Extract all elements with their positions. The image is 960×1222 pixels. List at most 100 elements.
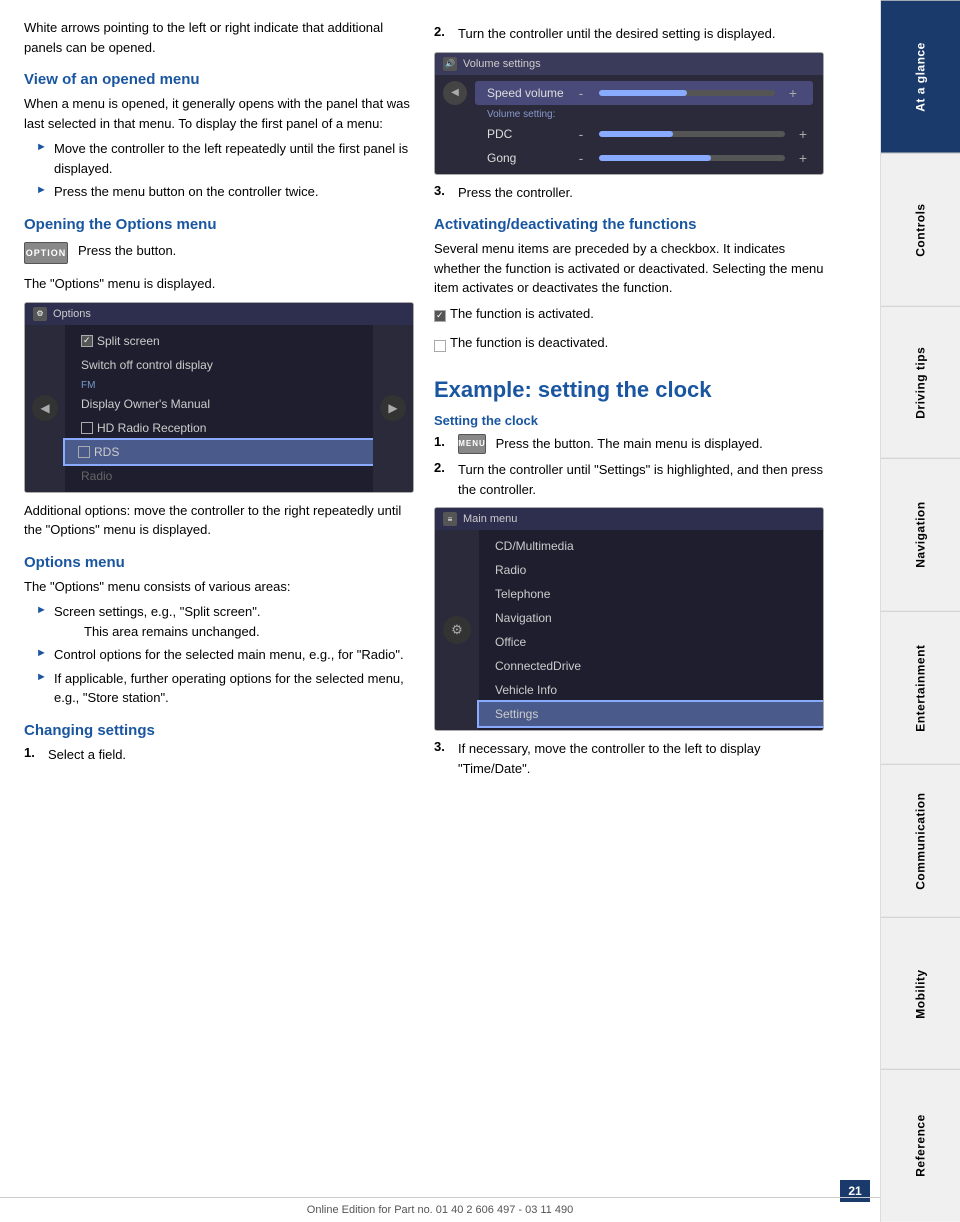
options-display-text: The "Options" menu is displayed. [24, 274, 414, 294]
right-step3-text: Press the controller. [458, 183, 573, 203]
clock-step2: 2. Turn the controller until "Settings" … [434, 460, 824, 499]
sidebar-tab-driving-tips[interactable]: Driving tips [881, 306, 960, 459]
vol-screen-title: Volume settings [463, 58, 541, 70]
sidebar-tab-reference[interactable]: Reference [881, 1069, 960, 1222]
main-menu-left-area: ⚙ [435, 530, 479, 730]
options-item-rds: RDS [65, 440, 373, 464]
option-button-image: OPTION [24, 242, 68, 264]
step-text-1: Select a field. [48, 745, 126, 765]
vol-row-speed: Speed volume - + [475, 81, 813, 105]
menu-item-vehicle-info: Vehicle Info [479, 678, 823, 702]
activating-body: Several menu items are preceded by a che… [434, 239, 824, 298]
gear-icon: ⚙ [443, 616, 471, 644]
right-step2: 2. Turn the controller until the desired… [434, 24, 824, 44]
options-bullet-arrow-3: ► [36, 671, 48, 683]
options-bullet-text-1: Screen settings, e.g., "Split screen". [54, 604, 261, 619]
vol-row-pdc: PDC - + [475, 122, 823, 146]
options-right-nav: ▶ [380, 395, 406, 421]
vol-minus-speed: - [573, 85, 589, 101]
sidebar-tab-mobility[interactable]: Mobility [881, 917, 960, 1070]
checkbox-hd-radio [81, 422, 93, 434]
right-step3-num: 3. [434, 183, 454, 198]
section2-heading: Opening the Options menu [24, 216, 414, 233]
step-num-1: 1. [24, 745, 44, 760]
sidebar-tab-navigation[interactable]: Navigation [881, 458, 960, 611]
activated-row: The function is activated. [434, 304, 824, 330]
menu-item-navigation: Navigation [479, 606, 823, 630]
vol-plus-speed: + [785, 85, 801, 101]
section1-body: When a menu is opened, it generally open… [24, 94, 414, 133]
vol-title-bar: 🔊 Volume settings [435, 53, 823, 75]
option-button-area: OPTION Press the button. [24, 241, 414, 267]
main-menu-title-bar: ≡ Main menu [435, 508, 823, 530]
clock-step3: 3. If necessary, move the controller to … [434, 739, 824, 778]
vol-title-icon: 🔊 [443, 57, 457, 71]
main-menu-screen-title: Main menu [463, 513, 517, 525]
options-item-display-manual: Display Owner's Manual [65, 392, 373, 416]
deactivated-text: The function is deactivated. [450, 333, 608, 353]
vol-label-speed: Speed volume [487, 86, 567, 100]
options-bullet-1: ► Screen settings, e.g., "Split screen".… [36, 602, 414, 641]
main-menu-body: ⚙ CD/Multimedia Radio Telephone Navigati… [435, 530, 823, 730]
section3-body: The "Options" menu consists of various a… [24, 577, 414, 597]
deactivated-row: The function is deactivated. [434, 333, 824, 359]
check-icon-split [81, 335, 93, 347]
intro-text: White arrows pointing to the left or rig… [24, 18, 414, 57]
clock-step1-num: 1. [434, 434, 454, 449]
page-footer: Online Edition for Part no. 01 40 2 606 … [0, 1197, 880, 1222]
options-screen-mockup: ⚙ Options ◀ Split screen Switch off cont… [24, 302, 414, 493]
vol-label-gong: Gong [487, 151, 567, 165]
options-screen-title-bar: ⚙ Options [25, 303, 413, 325]
vol-plus-pdc: + [795, 126, 811, 142]
vol-left-nav: ◀ [443, 81, 467, 105]
step-select-field: 1. Select a field. [24, 745, 414, 765]
main-menu-title-icon: ≡ [443, 512, 457, 526]
options-item-radio: Radio [65, 464, 373, 488]
options-bullet-arrow-1: ► [36, 604, 48, 616]
bullet-item-2: ► Press the menu button on the controlle… [36, 182, 414, 202]
clock-step2-num: 2. [434, 460, 454, 475]
bullet-arrow-1: ► [36, 141, 48, 153]
clock-step1-text: MENU Press the button. The main menu is … [458, 434, 763, 455]
menu-item-connected-drive: ConnectedDrive [479, 654, 823, 678]
vol-section-header: Volume setting: [475, 107, 823, 122]
sidebar-tab-controls[interactable]: Controls [881, 153, 960, 306]
bullet-text-2: Press the menu button on the controller … [54, 182, 318, 202]
clock-step1: 1. MENU Press the button. The main menu … [434, 434, 824, 455]
bullet-item-1: ► Move the controller to the left repeat… [36, 139, 414, 178]
main-menu-items: CD/Multimedia Radio Telephone Navigation… [479, 530, 823, 730]
clock-step3-num: 3. [434, 739, 454, 754]
options-item-split-screen: Split screen [65, 329, 373, 353]
checkbox-deactivated [434, 340, 446, 352]
options-item-hd-radio: HD Radio Reception [65, 416, 373, 440]
additional-options-text: Additional options: move the controller … [24, 501, 414, 540]
vol-label-pdc: PDC [487, 127, 567, 141]
menu-button-image: MENU [458, 434, 486, 454]
clock-step3-text: If necessary, move the controller to the… [458, 739, 824, 778]
options-title-icon: ⚙ [33, 307, 47, 321]
options-bullet-3: ► If applicable, further operating optio… [36, 669, 414, 708]
options-screen-body: Split screen Switch off control display … [65, 325, 373, 492]
sidebar: At a glance Controls Driving tips Naviga… [880, 0, 960, 1222]
options-bullet-arrow-2: ► [36, 647, 48, 659]
sidebar-tab-entertainment[interactable]: Entertainment [881, 611, 960, 764]
clock-step2-text: Turn the controller until "Settings" is … [458, 460, 824, 499]
sidebar-tab-at-a-glance[interactable]: At a glance [881, 0, 960, 153]
setting-clock-heading: Setting the clock [434, 413, 824, 428]
big-example-heading: Example: setting the clock [434, 377, 824, 403]
sidebar-tab-communication[interactable]: Communication [881, 764, 960, 917]
options-bullet-text-2: Control options for the selected main me… [54, 645, 404, 665]
options-bullet-2: ► Control options for the selected main … [36, 645, 414, 665]
press-button-text: Press the button. [78, 241, 176, 261]
vol-plus-gong: + [795, 150, 811, 166]
options-bullet-text-3: If applicable, further operating options… [54, 669, 414, 708]
vol-slider-speed [599, 90, 775, 96]
vol-row-gong: Gong - + [475, 146, 823, 170]
vol-screen-body: Speed volume - + ◀ Volume setting: [435, 75, 823, 174]
checked-icon-activated [434, 310, 446, 322]
menu-item-settings: Settings [479, 702, 823, 726]
volume-screen-mockup: 🔊 Volume settings Speed volume - [434, 52, 824, 175]
vol-minus-pdc: - [573, 126, 589, 142]
main-menu-screen-mockup: ≡ Main menu ⚙ CD/Multimedia Radio Teleph… [434, 507, 824, 731]
menu-item-office: Office [479, 630, 823, 654]
